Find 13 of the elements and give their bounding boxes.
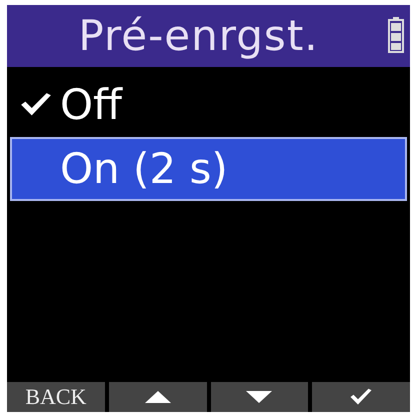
- option-label: On (2 s): [60, 148, 228, 190]
- screen-title: Pré-enrgst.: [78, 15, 319, 57]
- checkmark-icon: [349, 388, 374, 406]
- down-button[interactable]: [210, 382, 308, 412]
- battery-icon: [388, 17, 404, 53]
- down-triangle-icon: [246, 391, 272, 403]
- option-label: Off: [60, 84, 122, 126]
- menu-option[interactable]: On (2 s): [10, 137, 407, 201]
- up-button[interactable]: [108, 382, 206, 412]
- confirm-button[interactable]: [312, 382, 410, 412]
- up-triangle-icon: [144, 391, 171, 403]
- back-button[interactable]: BACK: [7, 382, 105, 412]
- menu-option[interactable]: Off: [10, 73, 407, 137]
